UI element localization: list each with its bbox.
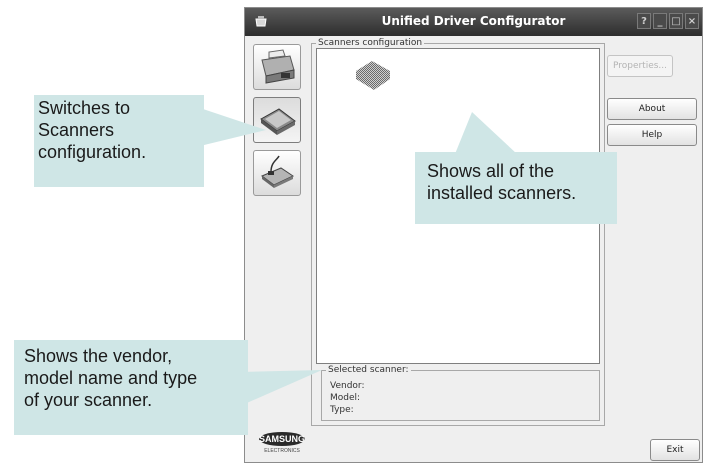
callout-switches-line-3: configuration. — [38, 142, 147, 162]
exit-button[interactable]: Exit — [650, 439, 700, 461]
callout-switches-pointer — [200, 108, 266, 146]
type-label: Type: — [330, 405, 354, 415]
list-item[interactable] — [354, 57, 392, 95]
callout-shows-all-pointer — [455, 112, 517, 154]
model-label: Model: — [330, 393, 361, 403]
svg-text:SAMSUNG: SAMSUNG — [259, 434, 305, 444]
selected-scanner-group: Selected scanner: Vendor: Model: Type: — [321, 365, 600, 421]
title-buttons: ? _ □ × — [637, 13, 699, 29]
callout-switches: Switches to Scanners configuration. — [34, 95, 204, 187]
callout-vendor: Shows the vendor, model name and type of… — [14, 340, 248, 435]
minimize-button[interactable]: _ — [653, 13, 667, 29]
callout-vendor-line-3: of your scanner. — [24, 390, 153, 410]
sidebar-item-ports[interactable] — [253, 150, 301, 196]
vendor-label: Vendor: — [330, 381, 365, 391]
about-button[interactable]: About — [607, 98, 697, 120]
svg-text:ELECTRONICS: ELECTRONICS — [264, 448, 300, 453]
samsung-logo: SAMSUNG ELECTRONICS — [258, 431, 306, 457]
sidebar-item-printers[interactable] — [253, 44, 301, 90]
properties-button[interactable]: Properties... — [607, 55, 673, 77]
help-title-button[interactable]: ? — [637, 13, 651, 29]
callout-vendor-pointer — [240, 370, 322, 406]
callout-switches-line-1: Switches to — [38, 98, 131, 118]
callout-switches-line-2: Scanners — [38, 120, 115, 140]
callout-vendor-line-2: model name and type — [24, 368, 198, 388]
help-button[interactable]: Help — [607, 124, 697, 146]
titlebar[interactable]: Unified Driver Configurator ? _ □ × — [245, 8, 702, 36]
scanner-icon — [356, 61, 390, 90]
callout-shows-all: Shows all of the installed scanners. — [415, 152, 617, 224]
port-icon — [261, 155, 295, 188]
maximize-button[interactable]: □ — [669, 13, 683, 29]
selected-scanner-label: Selected scanner: — [326, 365, 411, 375]
close-button[interactable]: × — [685, 13, 699, 29]
callout-shows-all-line-1: Shows all of the — [427, 161, 555, 181]
scanners-configuration-label: Scanners configuration — [316, 38, 425, 48]
callout-shows-all-line-2: installed scanners. — [427, 183, 577, 203]
samsung-logo-mark: SAMSUNG ELECTRONICS — [259, 432, 305, 454]
printer-icon — [261, 49, 295, 84]
window-title: Unified Driver Configurator — [381, 14, 566, 28]
callout-vendor-line-1: Shows the vendor, — [24, 346, 173, 366]
